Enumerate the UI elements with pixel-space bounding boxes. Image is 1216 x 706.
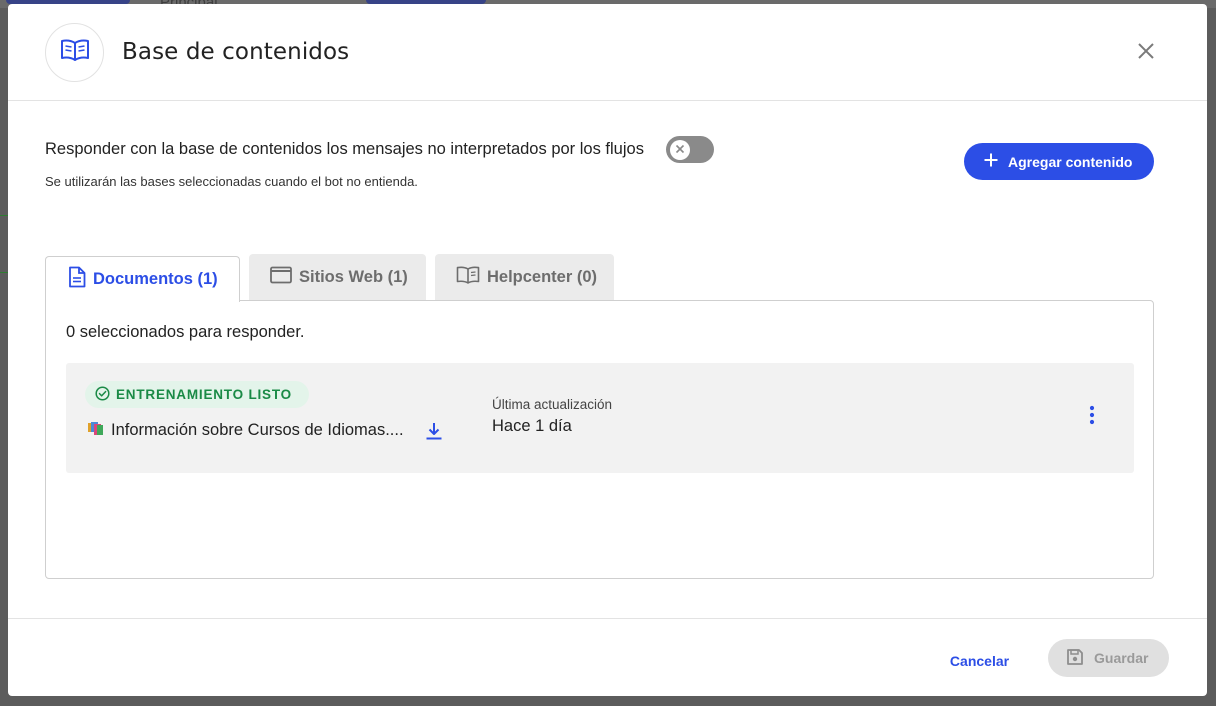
save-button-label: Guardar bbox=[1094, 650, 1149, 666]
document-name: Información sobre Cursos de Idiomas.... bbox=[111, 421, 404, 439]
book-open-icon bbox=[60, 39, 90, 66]
fallback-toggle[interactable] bbox=[666, 136, 714, 163]
tab-documents-label: Documentos (1) bbox=[93, 270, 218, 288]
plus-icon bbox=[984, 153, 998, 170]
fallback-setting-label: Responder con la base de contenidos los … bbox=[45, 140, 644, 158]
fallback-setting-sublabel: Se utilizarán las bases seleccionadas cu… bbox=[45, 174, 418, 189]
document-name-row: Información sobre Cursos de Idiomas.... bbox=[87, 420, 444, 441]
save-button[interactable]: Guardar bbox=[1048, 639, 1169, 677]
download-icon[interactable] bbox=[424, 421, 444, 441]
x-icon bbox=[675, 141, 685, 159]
more-options-button[interactable] bbox=[1080, 405, 1104, 429]
selected-count-text: 0 seleccionados para responder. bbox=[66, 323, 305, 341]
last-updated-value: Hace 1 día bbox=[492, 417, 572, 435]
add-content-label: Agregar contenido bbox=[1008, 153, 1133, 170]
tab-websites-label: Sitios Web (1) bbox=[299, 267, 408, 286]
document-card[interactable]: ENTRENAMIENTO LISTO Información sobre Cu… bbox=[66, 363, 1134, 473]
close-icon[interactable] bbox=[1137, 42, 1155, 65]
browser-window-icon bbox=[270, 266, 292, 289]
background-divider bbox=[0, 272, 8, 273]
file-type-icon bbox=[87, 420, 105, 441]
tab-helpcenter[interactable]: Helpcenter (0) bbox=[435, 254, 614, 300]
documents-panel: 0 seleccionados para responder. ENTRENAM… bbox=[45, 300, 1154, 579]
background-divider bbox=[0, 215, 8, 216]
header-icon-container bbox=[45, 23, 104, 82]
check-circle-icon bbox=[95, 385, 110, 404]
document-icon bbox=[68, 266, 86, 293]
add-content-button[interactable]: Agregar contenido bbox=[964, 143, 1154, 180]
dialog-footer: Cancelar Guardar bbox=[8, 618, 1207, 696]
status-badge-label: ENTRENAMIENTO LISTO bbox=[116, 387, 292, 402]
cancel-button[interactable]: Cancelar bbox=[936, 647, 1023, 675]
tab-helpcenter-label: Helpcenter (0) bbox=[487, 267, 598, 286]
more-vertical-icon[interactable] bbox=[1089, 405, 1095, 430]
dialog-header: Base de contenidos bbox=[8, 4, 1207, 101]
content-base-dialog: Base de contenidos Responder con la base… bbox=[8, 4, 1207, 696]
tab-documents[interactable]: Documentos (1) bbox=[45, 256, 240, 302]
status-badge: ENTRENAMIENTO LISTO bbox=[85, 381, 309, 408]
toggle-knob bbox=[670, 139, 690, 160]
book-open-icon bbox=[456, 266, 480, 289]
close-button[interactable] bbox=[1134, 41, 1158, 65]
last-updated-label: Última actualización bbox=[492, 397, 613, 412]
save-icon bbox=[1066, 648, 1084, 669]
dialog-title: Base de contenidos bbox=[122, 39, 350, 65]
tab-websites[interactable]: Sitios Web (1) bbox=[249, 254, 426, 300]
